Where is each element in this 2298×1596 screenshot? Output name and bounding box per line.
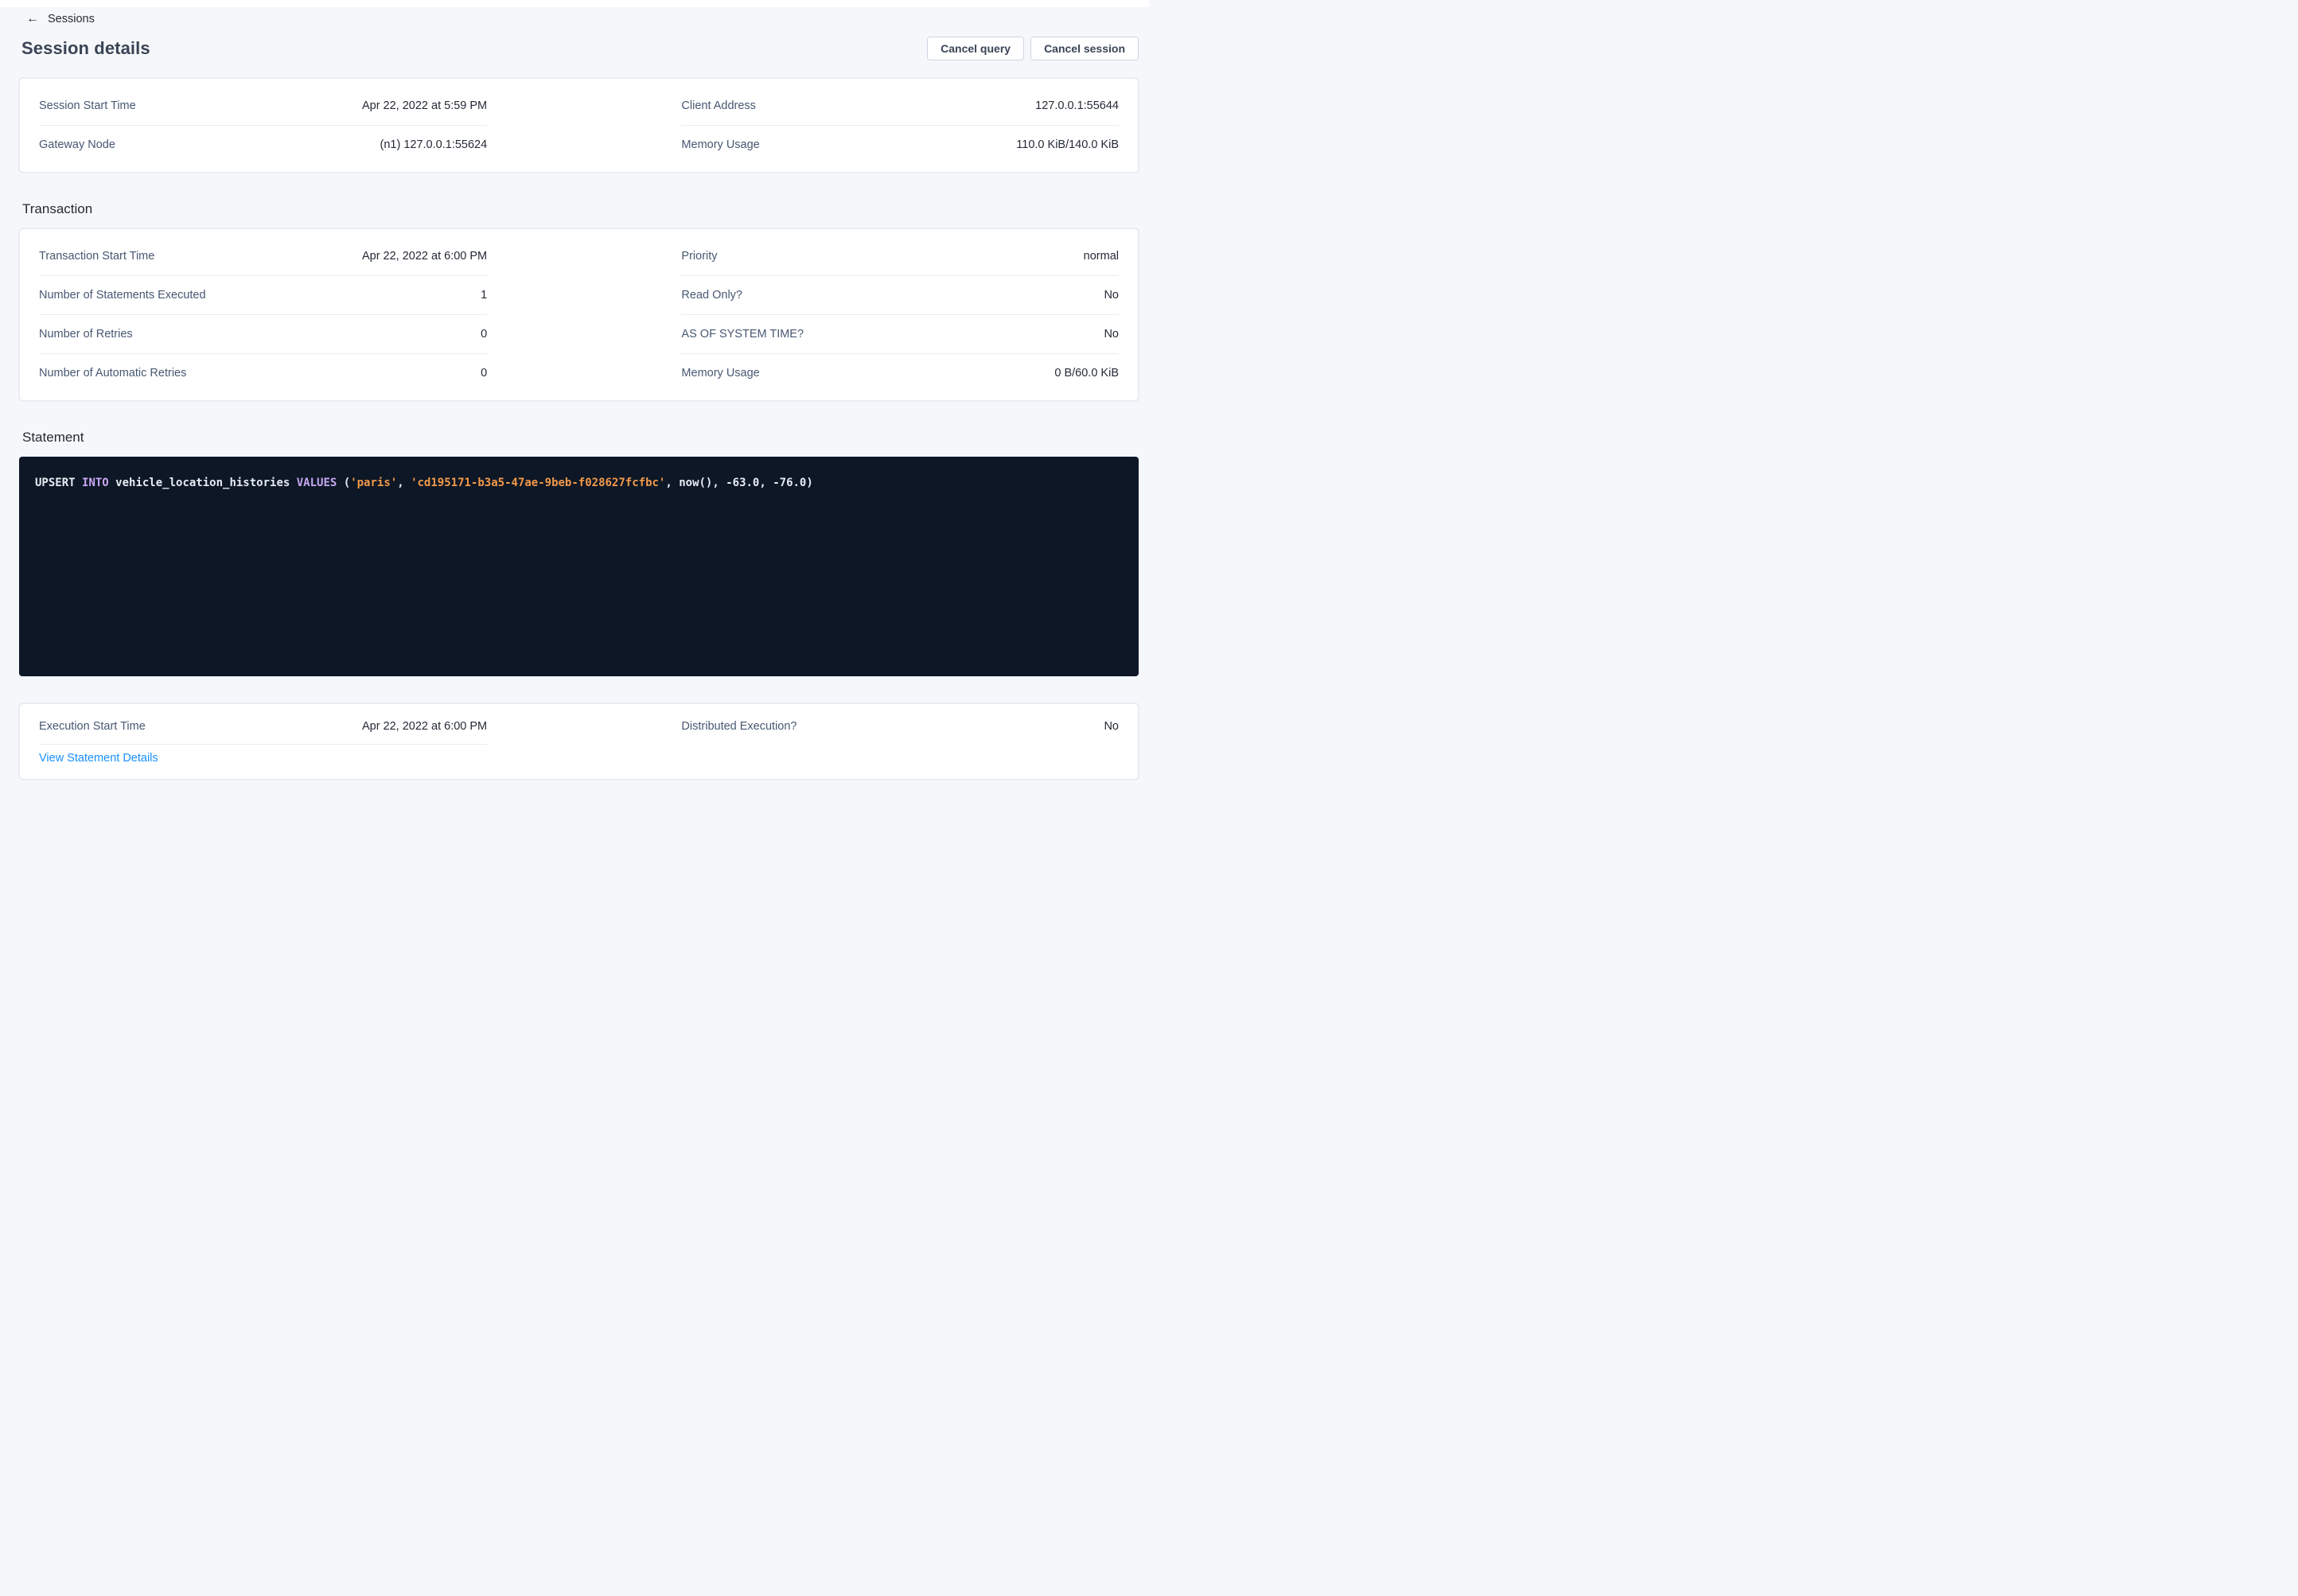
sql-statement: UPSERT INTO vehicle_location_histories V…: [35, 477, 813, 489]
sql-keyword-token: VALUES: [297, 477, 337, 489]
sql-token: , now(), -63.0, -76.0): [665, 477, 812, 489]
top-header-strip: [0, 0, 1149, 7]
transaction-start-time-row: Transaction Start Time Apr 22, 2022 at 6…: [39, 237, 487, 276]
row-label: Client Address: [681, 99, 756, 112]
session-memory-usage-row: Memory Usage 110.0 KiB/140.0 KiB: [681, 126, 1119, 164]
sql-string-token: 'cd195171-b3a5-47ae-9beb-f028627fcfbc': [411, 477, 665, 489]
row-value: 127.0.0.1:55644: [1035, 99, 1119, 112]
row-value: 0 B/60.0 KiB: [1054, 367, 1119, 380]
row-value: No: [1104, 720, 1119, 733]
transaction-summary-card: Transaction Start Time Apr 22, 2022 at 6…: [19, 228, 1139, 401]
row-label: Number of Automatic Retries: [39, 367, 186, 380]
back-arrow-icon: ←: [26, 13, 39, 25]
client-address-row: Client Address 127.0.0.1:55644: [681, 87, 1119, 126]
row-value: 0: [481, 367, 487, 380]
row-value: 0: [481, 328, 487, 341]
cancel-query-button[interactable]: Cancel query: [927, 37, 1024, 60]
row-label: Memory Usage: [681, 138, 759, 151]
read-only-row: Read Only? No: [681, 276, 1119, 315]
session-summary-left-column: Session Start Time Apr 22, 2022 at 5:59 …: [39, 87, 487, 164]
row-label: Execution Start Time: [39, 720, 146, 733]
cancel-session-button[interactable]: Cancel session: [1030, 37, 1139, 60]
sql-keyword-token: INTO: [82, 477, 109, 489]
row-value: No: [1104, 289, 1119, 302]
row-label: Session Start Time: [39, 99, 136, 112]
header-actions: Cancel query Cancel session: [927, 37, 1139, 60]
row-label: AS OF SYSTEM TIME?: [681, 328, 804, 341]
sql-token: (: [337, 477, 350, 489]
row-label: Number of Statements Executed: [39, 289, 206, 302]
view-statement-details-link[interactable]: View Statement Details: [39, 752, 158, 765]
execution-left-column: Execution Start Time Apr 22, 2022 at 6:0…: [39, 709, 487, 774]
transaction-right-column: Priority normal Read Only? No AS OF SYST…: [681, 237, 1119, 392]
row-value: Apr 22, 2022 at 6:00 PM: [362, 720, 487, 733]
execution-right-column: Distributed Execution? No: [681, 709, 1119, 774]
sql-token: vehicle_location_histories: [109, 477, 297, 489]
back-link-label: Sessions: [48, 13, 95, 25]
row-label: Number of Retries: [39, 328, 133, 341]
row-label: Transaction Start Time: [39, 250, 154, 263]
row-label: Read Only?: [681, 289, 742, 302]
gateway-node-row: Gateway Node (n1) 127.0.0.1:55624: [39, 126, 487, 164]
transaction-left-column: Transaction Start Time Apr 22, 2022 at 6…: [39, 237, 487, 392]
row-label: Gateway Node: [39, 138, 115, 151]
as-of-system-time-row: AS OF SYSTEM TIME? No: [681, 315, 1119, 354]
back-to-sessions-link[interactable]: ← Sessions: [26, 13, 95, 25]
transaction-memory-usage-row: Memory Usage 0 B/60.0 KiB: [681, 354, 1119, 392]
page-title: Session details: [19, 38, 150, 59]
statement-sql-box: UPSERT INTO vehicle_location_histories V…: [19, 457, 1139, 676]
row-label: Distributed Execution?: [681, 720, 797, 733]
sql-token: ,: [397, 477, 411, 489]
session-summary-card: Session Start Time Apr 22, 2022 at 5:59 …: [19, 78, 1139, 173]
row-value: normal: [1084, 250, 1119, 263]
row-value: Apr 22, 2022 at 5:59 PM: [362, 99, 487, 112]
page-header: Session details Cancel query Cancel sess…: [19, 37, 1139, 60]
automatic-retries-row: Number of Automatic Retries 0: [39, 354, 487, 392]
execution-summary-card: Execution Start Time Apr 22, 2022 at 6:0…: [19, 703, 1139, 780]
statements-executed-row: Number of Statements Executed 1: [39, 276, 487, 315]
row-value: No: [1104, 328, 1119, 341]
session-start-time-row: Session Start Time Apr 22, 2022 at 5:59 …: [39, 87, 487, 126]
sql-string-token: 'paris': [350, 477, 397, 489]
distributed-execution-row: Distributed Execution? No: [681, 709, 1119, 744]
gateway-node-link[interactable]: (n1) 127.0.0.1:55624: [380, 138, 488, 151]
row-label: Memory Usage: [681, 367, 759, 380]
row-value: 1: [481, 289, 487, 302]
sql-token: UPSERT: [35, 477, 82, 489]
priority-row: Priority normal: [681, 237, 1119, 276]
execution-start-time-row: Execution Start Time Apr 22, 2022 at 6:0…: [39, 709, 487, 745]
statement-section-heading: Statement: [19, 430, 1139, 446]
transaction-section-heading: Transaction: [19, 201, 1139, 217]
number-of-retries-row: Number of Retries 0: [39, 315, 487, 354]
session-details-page: ← Sessions Session details Cancel query …: [0, 7, 1149, 780]
session-summary-right-column: Client Address 127.0.0.1:55644 Memory Us…: [681, 87, 1119, 164]
row-value: Apr 22, 2022 at 6:00 PM: [362, 250, 487, 263]
view-statement-details-row: View Statement Details: [39, 745, 487, 774]
row-value: 110.0 KiB/140.0 KiB: [1016, 138, 1119, 151]
row-label: Priority: [681, 250, 717, 263]
